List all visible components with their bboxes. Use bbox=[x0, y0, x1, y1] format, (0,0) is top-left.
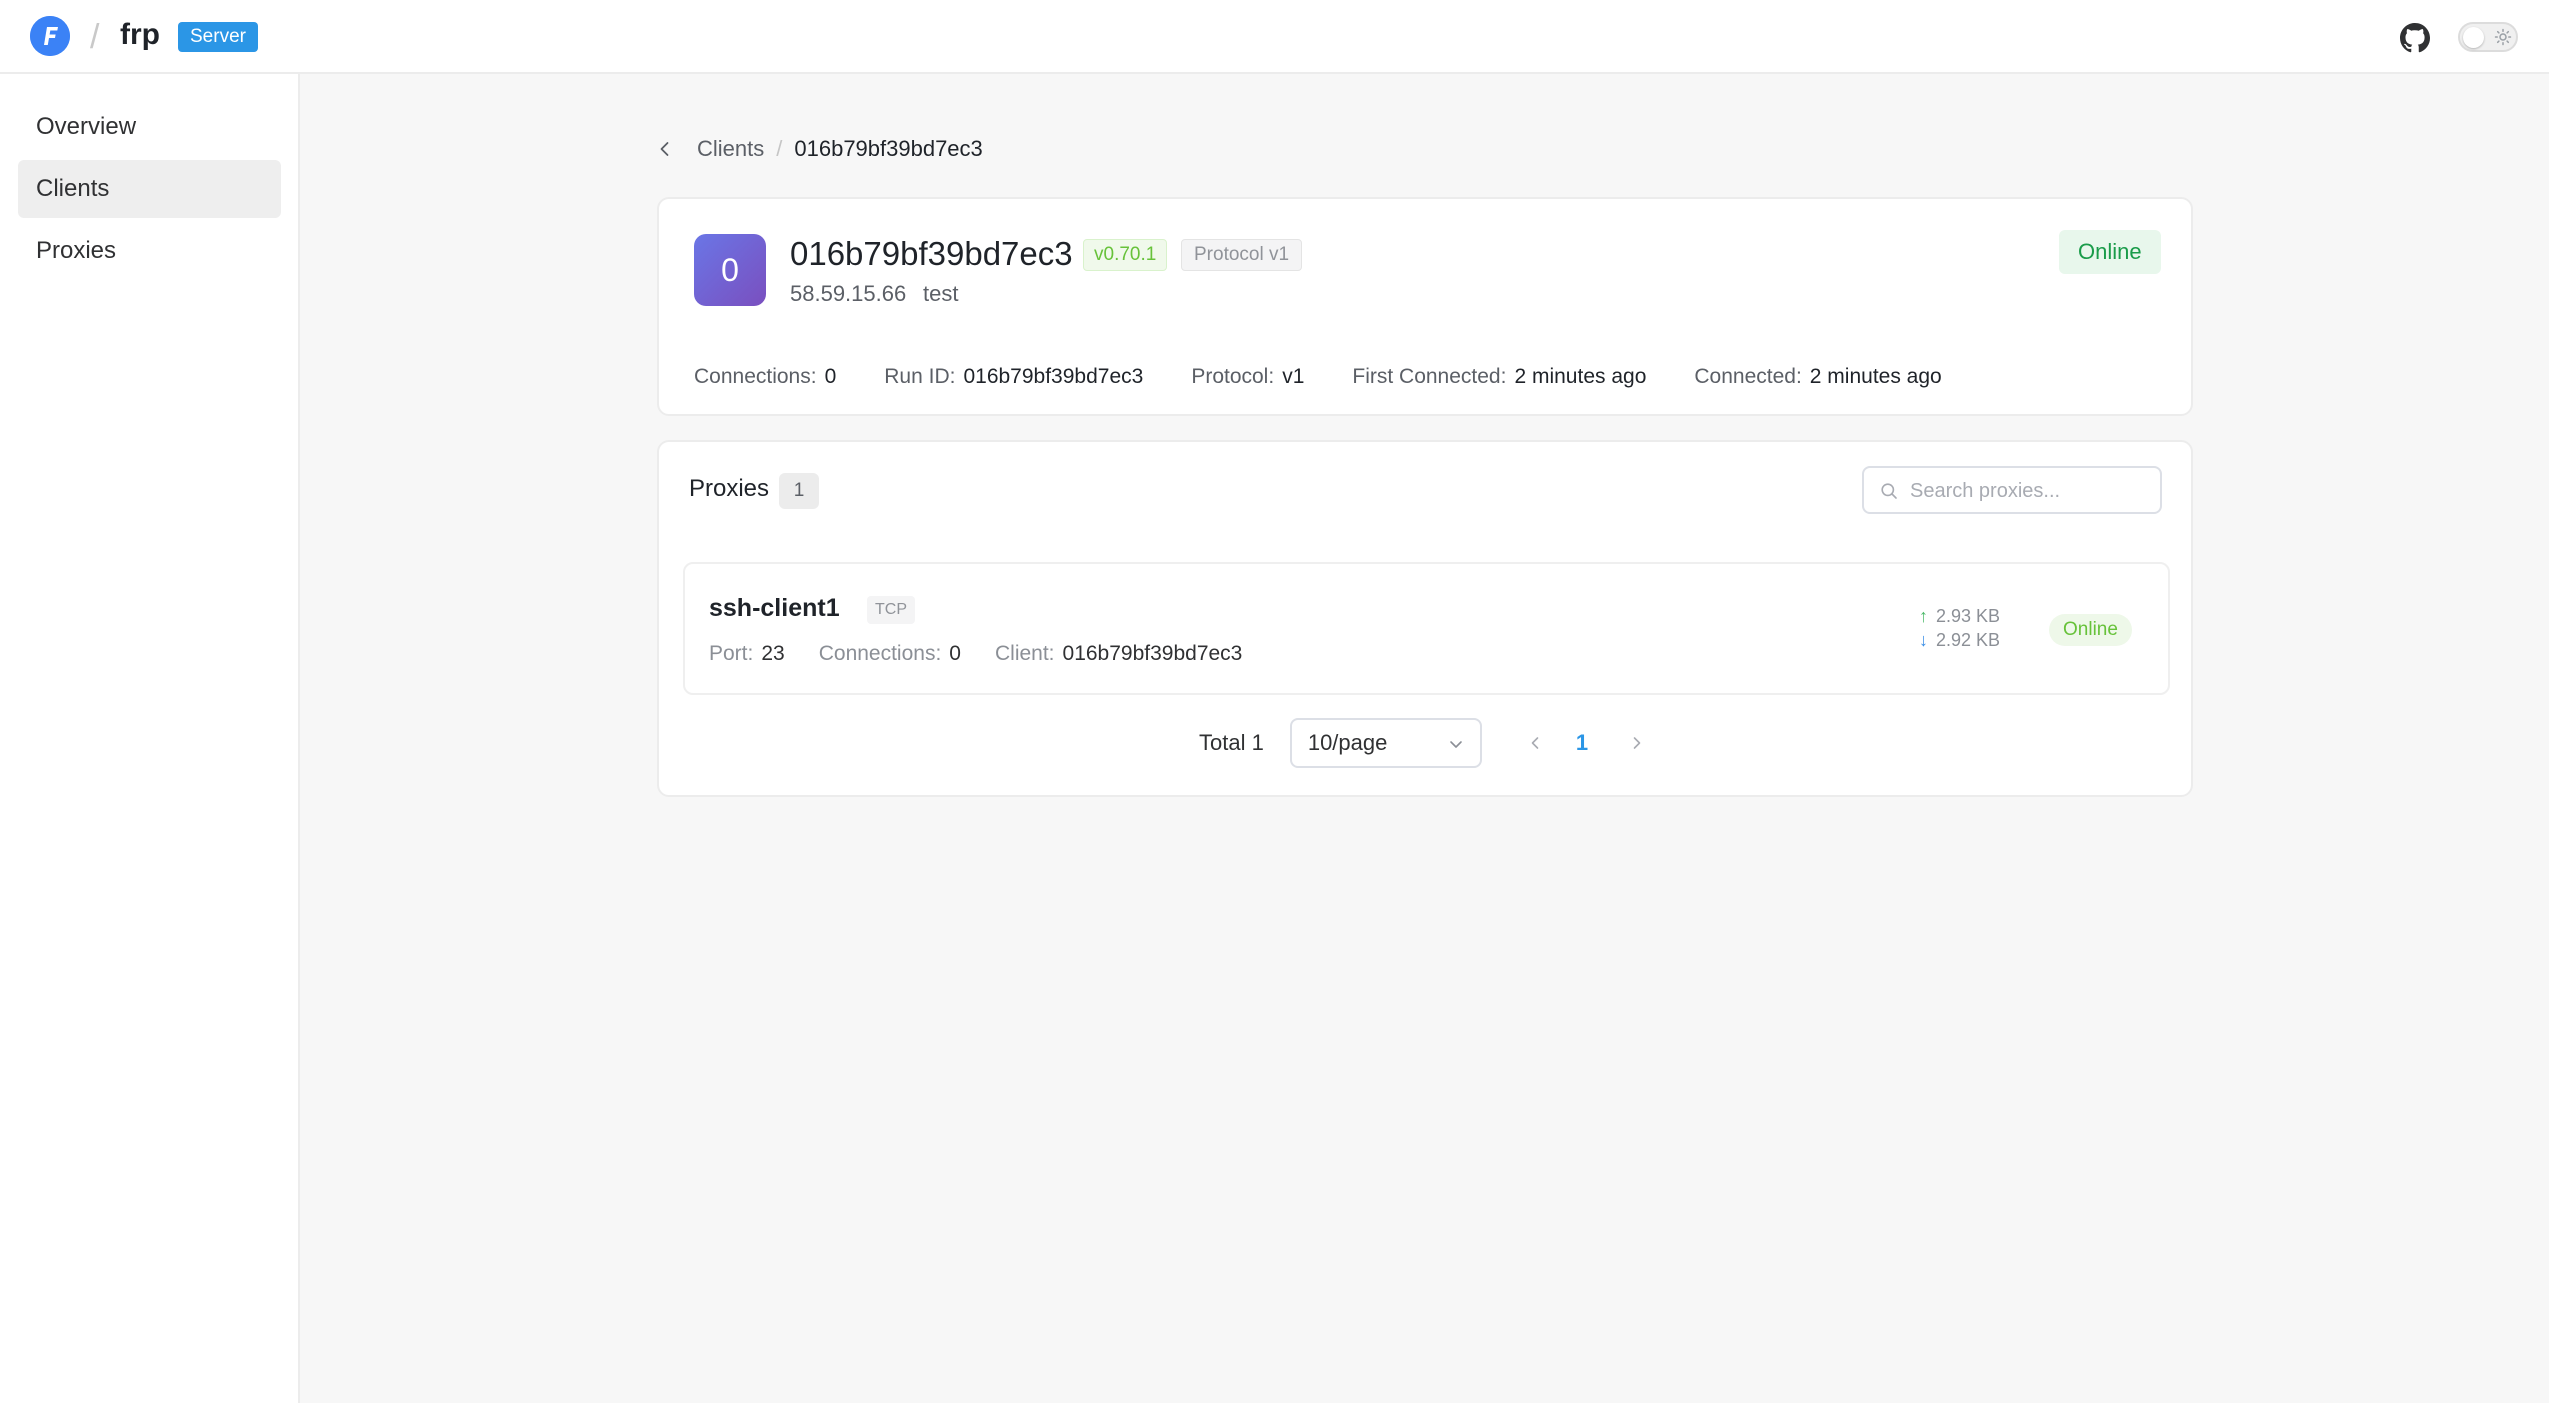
back-chevron-icon[interactable] bbox=[655, 139, 675, 159]
proxy-status-badge: Online bbox=[2049, 614, 2132, 646]
meta-label: Run ID: bbox=[884, 365, 956, 388]
proxy-port-value: 23 bbox=[761, 642, 785, 665]
meta-protocol: Protocol: v1 bbox=[1191, 365, 1304, 389]
pagination: Total 1 10/page 1 bbox=[1199, 718, 1648, 768]
sidebar-item-clients[interactable]: Clients bbox=[18, 160, 281, 218]
proxy-search-box[interactable] bbox=[1862, 466, 2162, 514]
brand-name[interactable]: frp bbox=[120, 18, 160, 52]
pagination-total: Total 1 bbox=[1199, 730, 1264, 755]
search-proxies-input[interactable] bbox=[1910, 476, 2150, 506]
proxies-title: Proxies bbox=[689, 475, 770, 502]
meta-label: Connections: bbox=[694, 365, 817, 388]
logo-f-icon bbox=[30, 16, 70, 56]
meta-value: 2 minutes ago bbox=[1514, 365, 1647, 388]
sidebar-item-overview[interactable]: Overview bbox=[18, 98, 281, 156]
breadcrumb-current: 016b79bf39bd7ec3 bbox=[794, 136, 983, 161]
toggle-knob bbox=[2463, 27, 2484, 48]
chevron-down-icon bbox=[1450, 741, 1462, 748]
client-id-title: 016b79bf39bd7ec3 bbox=[790, 235, 1073, 272]
frp-logo[interactable] bbox=[30, 16, 70, 56]
page-size-select[interactable]: 10/page bbox=[1289, 718, 1482, 768]
meta-label: First Connected: bbox=[1352, 365, 1507, 388]
proxy-client: Client: 016b79bf39bd7ec3 bbox=[995, 642, 1242, 666]
proxy-port: Port: 23 bbox=[709, 642, 785, 666]
meta-value: v1 bbox=[1282, 365, 1305, 388]
proxies-card: Proxies 1 ssh-client1 TCP Port: 23 Connec… bbox=[657, 440, 2193, 797]
theme-toggle[interactable] bbox=[2458, 22, 2518, 52]
client-detail-card: 0 016b79bf39bd7ec3 v0.70.1 Protocol v1 5… bbox=[657, 197, 2193, 416]
proxy-connections-value: 0 bbox=[949, 642, 961, 665]
sidebar: Overview Clients Proxies bbox=[0, 74, 300, 1403]
prev-page-icon[interactable] bbox=[1524, 732, 1546, 754]
proxy-type-badge: TCP bbox=[867, 596, 915, 624]
server-badge: Server bbox=[178, 22, 258, 52]
client-meta-row: Connections: 0 Run ID: 016b79bf39bd7ec3 Pr… bbox=[694, 365, 1990, 389]
meta-label: Connected: bbox=[1694, 365, 1802, 388]
breadcrumb-separator: / bbox=[776, 136, 783, 161]
proxy-list-item[interactable]: ssh-client1 TCP Port: 23 Connections: 0 Cl… bbox=[683, 562, 2170, 695]
proxy-connections-label: Connections: bbox=[818, 642, 942, 665]
page-number-current[interactable]: 1 bbox=[1576, 730, 1588, 756]
breadcrumb: Clients / 016b79bf39bd7ec3 bbox=[655, 132, 983, 166]
client-avatar: 0 bbox=[694, 234, 766, 306]
breadcrumb-clients-link[interactable]: Clients bbox=[697, 136, 764, 162]
github-icon[interactable] bbox=[2400, 23, 2430, 53]
arrow-up-icon: ↑ bbox=[1919, 606, 1928, 626]
arrow-down-icon: ↓ bbox=[1919, 630, 1928, 650]
meta-connected: Connected: 2 minutes ago bbox=[1694, 365, 1941, 389]
proxy-meta: Port: 23 Connections: 0 Client: 016b79bf39b… bbox=[709, 642, 1276, 666]
proxy-traffic: ↑ 2.93 KB ↓ 2.92 KB bbox=[1919, 604, 2000, 652]
client-ip: 58.59.15.66 bbox=[790, 281, 907, 306]
brand-separator: / bbox=[90, 18, 100, 56]
top-bar: / frp Server bbox=[0, 0, 2549, 74]
traffic-out-value: 2.92 KB bbox=[1936, 630, 2001, 650]
client-user: test bbox=[923, 281, 959, 306]
traffic-in-value: 2.93 KB bbox=[1936, 606, 2001, 626]
proxy-port-label: Port: bbox=[709, 642, 754, 665]
sun-icon bbox=[2494, 28, 2512, 46]
protocol-badge: Protocol v1 bbox=[1181, 239, 1303, 271]
meta-connections: Connections: 0 bbox=[694, 365, 836, 389]
version-badge: v0.70.1 bbox=[1083, 239, 1168, 271]
next-page-icon[interactable] bbox=[1626, 732, 1648, 754]
proxy-client-label: Client: bbox=[994, 642, 1055, 665]
meta-first-connected: First Connected: 2 minutes ago bbox=[1352, 365, 1646, 389]
search-icon bbox=[1881, 483, 1897, 499]
meta-value: 2 minutes ago bbox=[1809, 365, 1942, 388]
traffic-in-row: ↑ 2.93 KB bbox=[1919, 604, 2000, 628]
page-size-value: 10/page bbox=[1307, 730, 1388, 755]
proxy-client-value: 016b79bf39bd7ec3 bbox=[1062, 642, 1243, 665]
proxy-connections: Connections: 0 bbox=[819, 642, 961, 666]
meta-value: 0 bbox=[824, 365, 837, 388]
proxies-count-badge: 1 bbox=[779, 473, 819, 509]
meta-value: 016b79bf39bd7ec3 bbox=[963, 365, 1144, 388]
meta-run-id: Run ID: 016b79bf39bd7ec3 bbox=[884, 365, 1143, 389]
traffic-out-row: ↓ 2.92 KB bbox=[1919, 628, 2000, 652]
sidebar-item-proxies[interactable]: Proxies bbox=[18, 222, 281, 280]
meta-label: Protocol: bbox=[1191, 365, 1275, 388]
proxy-name[interactable]: ssh-client1 bbox=[709, 594, 840, 623]
client-status-badge: Online bbox=[2059, 230, 2161, 274]
